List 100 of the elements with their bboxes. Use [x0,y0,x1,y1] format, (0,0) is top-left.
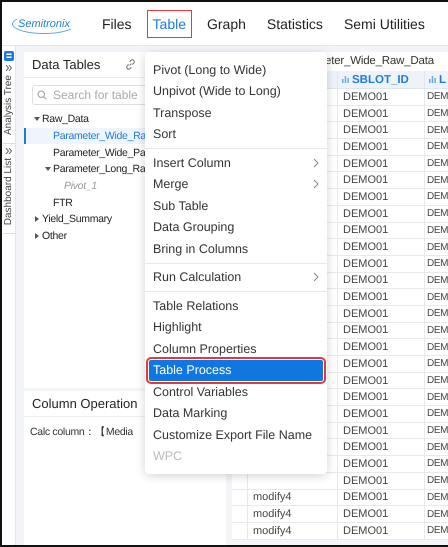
menu-item[interactable]: Data Marking [149,402,323,424]
logo[interactable]: Semitronix [12,14,76,34]
double-chevron-icon [5,148,12,154]
table-cell: DEM [425,339,448,356]
table-cell: DEMO01 [338,389,425,406]
table-cell: DEM [425,189,448,206]
tree-label: Parameter_Long_Ra [53,163,146,176]
table-cell: DEMO01 [338,156,425,172]
caret-down-icon[interactable] [34,116,40,122]
bar-chart-icon [429,76,436,83]
nav-tab[interactable]: Table [146,10,192,38]
table-cell: DEM [425,372,448,390]
database-icon[interactable] [4,51,14,61]
menu-item[interactable]: Data Grouping [149,216,323,238]
table-cell: DEM [425,139,448,156]
nav-tab[interactable]: Statistics [260,10,329,38]
double-chevron-icon [5,65,12,71]
column-header[interactable]: L [425,71,448,89]
table-cell: DEM [425,406,448,423]
nav-tab[interactable]: Graph [201,10,252,38]
table-cell: DEMO01 [338,439,425,456]
chevron-right-icon [313,158,319,168]
tree-label: Other [42,230,67,242]
table-cell: DEMO01 [338,139,425,156]
table-cell: DEM [425,89,448,106]
row-number-cell [232,506,248,523]
operation-text: Calc column：【Media [30,425,133,439]
table-cell: DEMO01 [338,306,425,323]
table-cell: DEMO01 [338,89,425,106]
table-cell: DEM [425,322,448,340]
menu-item[interactable]: Control Variables [149,381,323,402]
menu-item[interactable]: Transpose [149,102,323,124]
row-number-cell [232,490,248,506]
menu-item[interactable]: Customize Export File Name [149,424,323,446]
table-cell: DEMO01 [338,106,425,122]
table-cell: DEM [425,472,448,490]
side-tab[interactable]: Dashboard List [2,148,14,234]
table-cell: DEM [425,422,448,440]
table-cell: DEMO01 [338,472,425,490]
caret-right-icon[interactable] [34,216,40,222]
table-cell: DEM [425,439,448,456]
chevron-right-icon [313,272,319,282]
table-cell: DEM [425,106,448,122]
table-cell: DEM [425,272,448,290]
table-cell: DEMO01 [338,356,425,373]
tree-label: Raw_Data [42,113,89,126]
table-cell: DEMO01 [338,490,425,506]
table-cell: DEMO01 [338,506,425,523]
menu-item[interactable]: Table Process [149,360,323,381]
menu-item[interactable]: Sub Table [149,195,323,216]
table-cell: DEMO01 [338,372,425,390]
table-cell: DEMO01 [338,339,425,356]
nav-tab[interactable]: Files [96,10,138,38]
table-cell: DEMO01 [338,206,425,222]
table-cell: modify4 [248,506,338,523]
table-cell: DEMO01 [338,406,425,423]
table-cell: DEM [425,222,448,240]
menu-item[interactable]: Merge [149,174,323,195]
menu-item[interactable]: Insert Column [149,152,323,174]
table-cell: DEM [425,522,448,540]
search-icon [37,90,47,100]
table-cell: DEM [425,456,448,473]
table-cell: DEM [425,122,448,140]
table-cell: DEM [425,156,448,172]
menu-item[interactable]: Bring in Columns [149,238,323,260]
table-cell: DEMO01 [338,522,425,540]
table-cell: DEMO01 [338,189,425,206]
table-cell: DEM [425,256,448,273]
menu-item[interactable]: Run Calculation [149,266,323,288]
tree-label: Parameter_Wide_Ra [53,130,146,142]
table-cell: modify4 [248,522,338,540]
table-cell: DEM [425,389,448,406]
column-header[interactable]: SBLOT_ID [338,71,425,89]
bar-chart-icon [342,76,349,83]
table-cell: DEM [425,356,448,373]
table-cell: DEMO01 [338,456,425,473]
caret-down-icon[interactable] [45,166,51,172]
table-cell: DEM [425,306,448,323]
table-cell: DEMO01 [338,289,425,306]
menu-item[interactable]: Column Properties [149,338,323,360]
caret-right-icon[interactable] [34,233,40,240]
table-cell: modify4 [248,490,338,506]
table-cell: DEM [425,490,448,506]
table-cell: DEMO01 [338,239,425,256]
table-cell: DEMO01 [338,422,425,440]
table-cell: DEMO01 [338,256,425,273]
tree-label: Yield_Summary [42,213,112,226]
table-cell: DEM [425,172,448,190]
link-icon[interactable] [125,59,136,70]
table-cell: DEM [425,506,448,523]
side-tab[interactable]: Analysis Tree [2,65,14,144]
table-cell: DEMO01 [338,222,425,240]
table-cell: DEM [425,239,448,256]
tree-label: Parameter_Wide_Pa [53,146,146,159]
table-cell: DEM [425,289,448,306]
menu-item[interactable]: Highlight [149,316,323,338]
panel-title: Data Tables [32,57,100,72]
row-number-cell [232,522,248,540]
nav-tab[interactable]: Semi Utilities [338,10,431,38]
menu-item[interactable]: Table Relations [149,295,323,316]
